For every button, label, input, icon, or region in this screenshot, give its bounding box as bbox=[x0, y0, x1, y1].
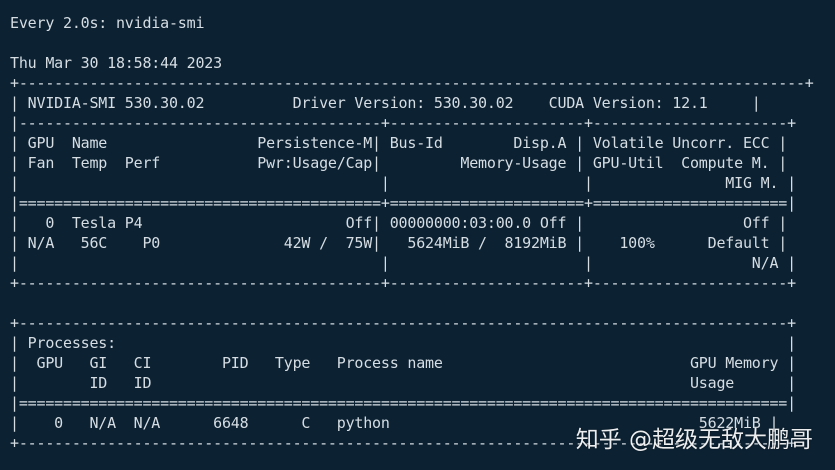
gpu-header-row-3: | | | MIG M. | bbox=[10, 174, 796, 192]
gpu-table-bottom-border: +---------------------------------------… bbox=[10, 274, 796, 292]
process-header-row-1: | GPU GI CI PID Type Process name GPU Me… bbox=[10, 354, 796, 372]
timestamp-line: Thu Mar 30 18:58:44 2023 bbox=[10, 54, 222, 72]
watch-header: Every 2.0s: nvidia-smi bbox=[10, 14, 205, 32]
top-border: +---------------------------------------… bbox=[10, 74, 814, 92]
gpu-row-2: | N/A 56C P0 42W / 75W| 5624MiB / 8192Mi… bbox=[10, 234, 788, 252]
processes-title: | Processes: | bbox=[10, 334, 796, 352]
terminal-output: Every 2.0s: nvidia-smi Thu Mar 30 18:58:… bbox=[10, 13, 830, 453]
gpu-row-1: | 0 Tesla P4 Off| 00000000:03:00.0 Off |… bbox=[10, 214, 788, 232]
process-header-separator: |=======================================… bbox=[10, 394, 796, 412]
table-separator: |---------------------------------------… bbox=[10, 114, 796, 132]
gpu-row-3: | | | N/A | bbox=[10, 254, 796, 272]
gpu-header-row-1: | GPU Name Persistence-M| Bus-Id Disp.A … bbox=[10, 134, 788, 152]
process-header-row-2: | ID ID Usage | bbox=[10, 374, 796, 392]
gpu-header-row-2: | Fan Temp Perf Pwr:Usage/Cap| Memory-Us… bbox=[10, 154, 788, 172]
process-table-top-border: +---------------------------------------… bbox=[10, 314, 796, 332]
watermark: 知乎 @超级无敌大鹏哥 bbox=[575, 427, 813, 453]
header-double-separator: |=======================================… bbox=[10, 194, 796, 212]
smi-version-line: | NVIDIA-SMI 530.30.02 Driver Version: 5… bbox=[10, 94, 761, 112]
